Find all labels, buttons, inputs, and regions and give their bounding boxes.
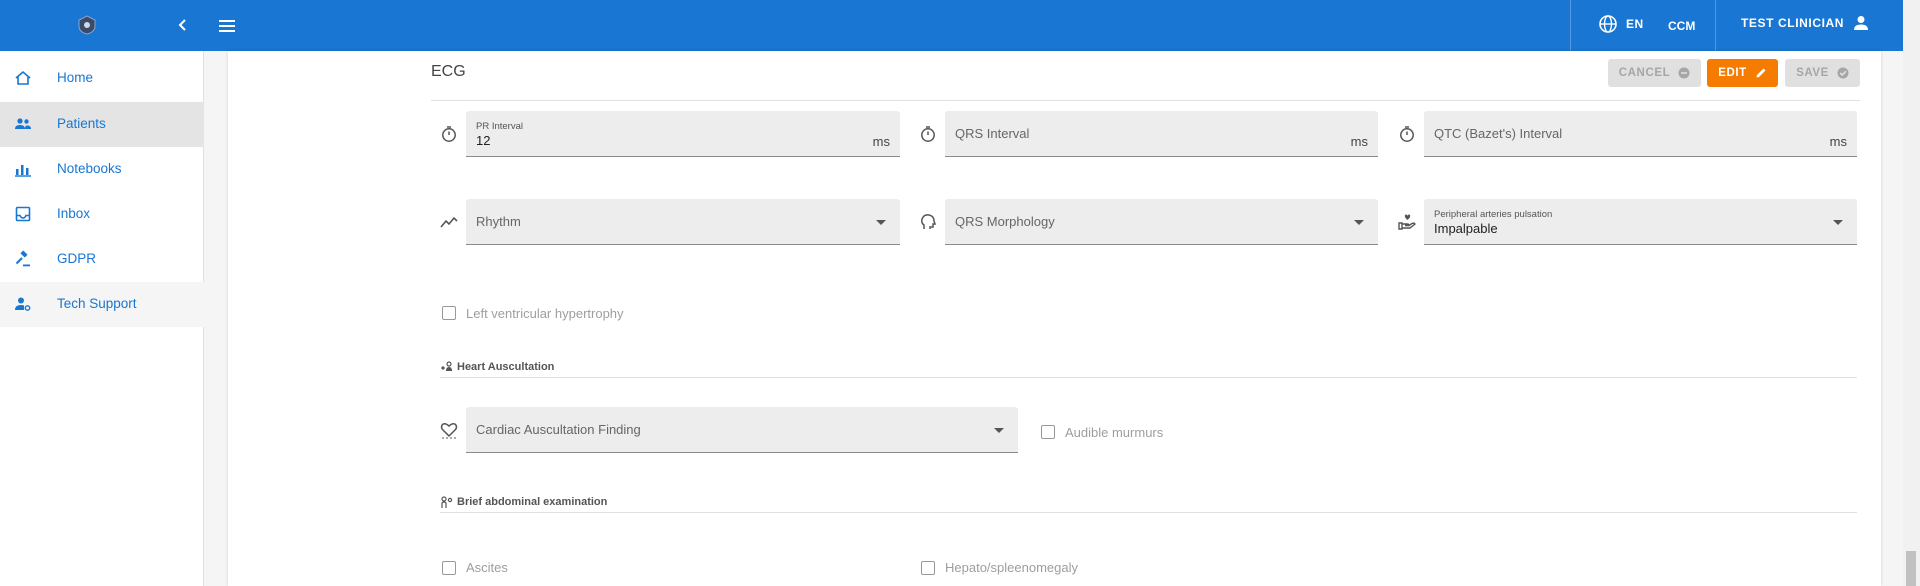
sidebar-item-label: GDPR <box>57 251 97 266</box>
checkbox-label[interactable]: Audible murmurs <box>1065 425 1163 440</box>
person-icon <box>1854 16 1869 30</box>
sidebar-item-label: Inbox <box>57 206 91 221</box>
field-placeholder: QRS Interval <box>955 126 1030 141</box>
topbar-divider <box>1715 0 1716 51</box>
sidebar-item-label: Patients <box>57 116 106 131</box>
language-label: EN <box>1626 17 1644 31</box>
pr-interval-field[interactable]: PR Interval 12 ms <box>466 111 900 157</box>
save-button[interactable]: SAVE <box>1785 59 1860 87</box>
cardiac-auscultation-select[interactable]: Cardiac Auscultation Finding <box>466 407 1018 453</box>
divider <box>440 512 1857 513</box>
vertical-scrollbar[interactable] <box>1903 0 1920 586</box>
heart-icon <box>440 423 458 439</box>
user-menu[interactable]: TEST CLINICIAN <box>1741 14 1870 32</box>
timer-icon <box>921 126 935 142</box>
field-placeholder: QTC (Bazet's) Interval <box>1434 126 1563 141</box>
user-name: TEST CLINICIAN <box>1741 16 1845 30</box>
save-button-label: SAVE <box>1796 67 1829 79</box>
inbox-icon <box>15 206 31 222</box>
field-value: 12 <box>476 133 491 148</box>
sidebar-item-tech-support[interactable]: Tech Support <box>0 282 204 327</box>
cancel-button-label: CANCEL <box>1618 67 1671 79</box>
volunteer-heart-hand-icon <box>1398 214 1416 230</box>
bar-chart-icon <box>15 165 31 177</box>
divider <box>440 377 1857 378</box>
sidebar-item-notebooks[interactable]: Notebooks <box>0 147 204 192</box>
sidebar-item-gdpr[interactable]: GDPR <box>0 237 204 282</box>
head-icon <box>921 214 937 229</box>
chevron-left-icon[interactable] <box>174 15 190 35</box>
section-heading: Brief abdominal examination <box>440 496 607 508</box>
menu-icon[interactable] <box>216 15 238 37</box>
timer-icon <box>1400 126 1414 142</box>
edit-button[interactable]: EDIT <box>1707 59 1778 87</box>
dropdown-arrow-icon <box>876 220 886 225</box>
ascites-checkbox[interactable] <box>442 561 456 575</box>
unit-label: ms <box>872 134 890 149</box>
org-label[interactable]: CCM <box>1668 19 1695 33</box>
sidebar-item-home[interactable]: Home <box>0 56 204 101</box>
trending-icon <box>440 216 458 228</box>
dropdown-arrow-icon <box>994 428 1004 433</box>
sidebar-item-inbox[interactable]: Inbox <box>0 192 204 237</box>
top-app-bar: EN CCM TEST CLINICIAN <box>0 0 1903 51</box>
home-icon <box>15 70 31 85</box>
unit-label: ms <box>1350 134 1368 149</box>
qrs-morphology-select[interactable]: QRS Morphology <box>945 199 1378 245</box>
dropdown-arrow-icon <box>1833 220 1843 225</box>
people-icon <box>15 118 31 129</box>
divider <box>431 100 1860 101</box>
field-placeholder: QRS Morphology <box>955 214 1055 229</box>
rhythm-select[interactable]: Rhythm <box>466 199 900 245</box>
unit-label: ms <box>1829 134 1847 149</box>
edit-button-label: EDIT <box>1718 67 1747 79</box>
section-title-ecg: ECG <box>431 63 466 80</box>
sidebar-item-label: Home <box>57 70 94 85</box>
globe-icon <box>1599 15 1617 33</box>
field-placeholder: Rhythm <box>476 214 521 229</box>
checkbox-label[interactable]: Left ventricular hypertrophy <box>466 306 624 321</box>
section-heading-text: Heart Auscultation <box>457 361 555 373</box>
checkbox-label[interactable]: Ascites <box>466 560 508 575</box>
qrs-interval-field[interactable]: QRS Interval ms <box>945 111 1378 157</box>
field-label: Peripheral arteries pulsation <box>1434 209 1553 220</box>
sidebar: Home Patients Notebooks Inbox GDPR Tech … <box>0 51 204 586</box>
lvh-checkbox[interactable] <box>442 306 456 320</box>
manage-accounts-icon <box>15 297 31 311</box>
audible-murmurs-checkbox[interactable] <box>1041 425 1055 439</box>
language-selector[interactable]: EN <box>1598 14 1644 34</box>
section-heading-text: Brief abdominal examination <box>457 496 608 508</box>
gavel-icon <box>15 250 30 267</box>
field-label: PR Interval <box>476 121 523 132</box>
sidebar-item-patients[interactable]: Patients <box>0 102 204 147</box>
qtc-interval-field[interactable]: QTC (Bazet's) Interval ms <box>1424 111 1857 157</box>
peripheral-arteries-select[interactable]: Peripheral arteries pulsation Impalpable <box>1424 199 1857 245</box>
dropdown-arrow-icon <box>1354 220 1364 225</box>
check-circle-icon <box>1837 67 1849 79</box>
sidebar-item-label: Notebooks <box>57 161 122 176</box>
field-value: Impalpable <box>1434 221 1498 236</box>
checkbox-label[interactable]: Hepato/spleenomegaly <box>945 560 1078 575</box>
cancel-button[interactable]: CANCEL <box>1608 59 1701 87</box>
field-placeholder: Cardiac Auscultation Finding <box>476 422 641 437</box>
topbar-divider <box>1570 0 1571 51</box>
section-heading: Heart Auscultation <box>440 361 554 373</box>
pencil-icon <box>1756 68 1766 78</box>
scrollbar-thumb[interactable] <box>1906 551 1916 586</box>
cancel-icon <box>1678 67 1690 79</box>
sidebar-item-label: Tech Support <box>57 296 137 311</box>
hepato-spleenomegaly-checkbox[interactable] <box>921 561 935 575</box>
app-logo-icon[interactable] <box>77 15 97 35</box>
timer-icon <box>442 126 456 142</box>
abdomen-icon <box>441 496 453 508</box>
stethoscope-icon <box>441 361 452 371</box>
